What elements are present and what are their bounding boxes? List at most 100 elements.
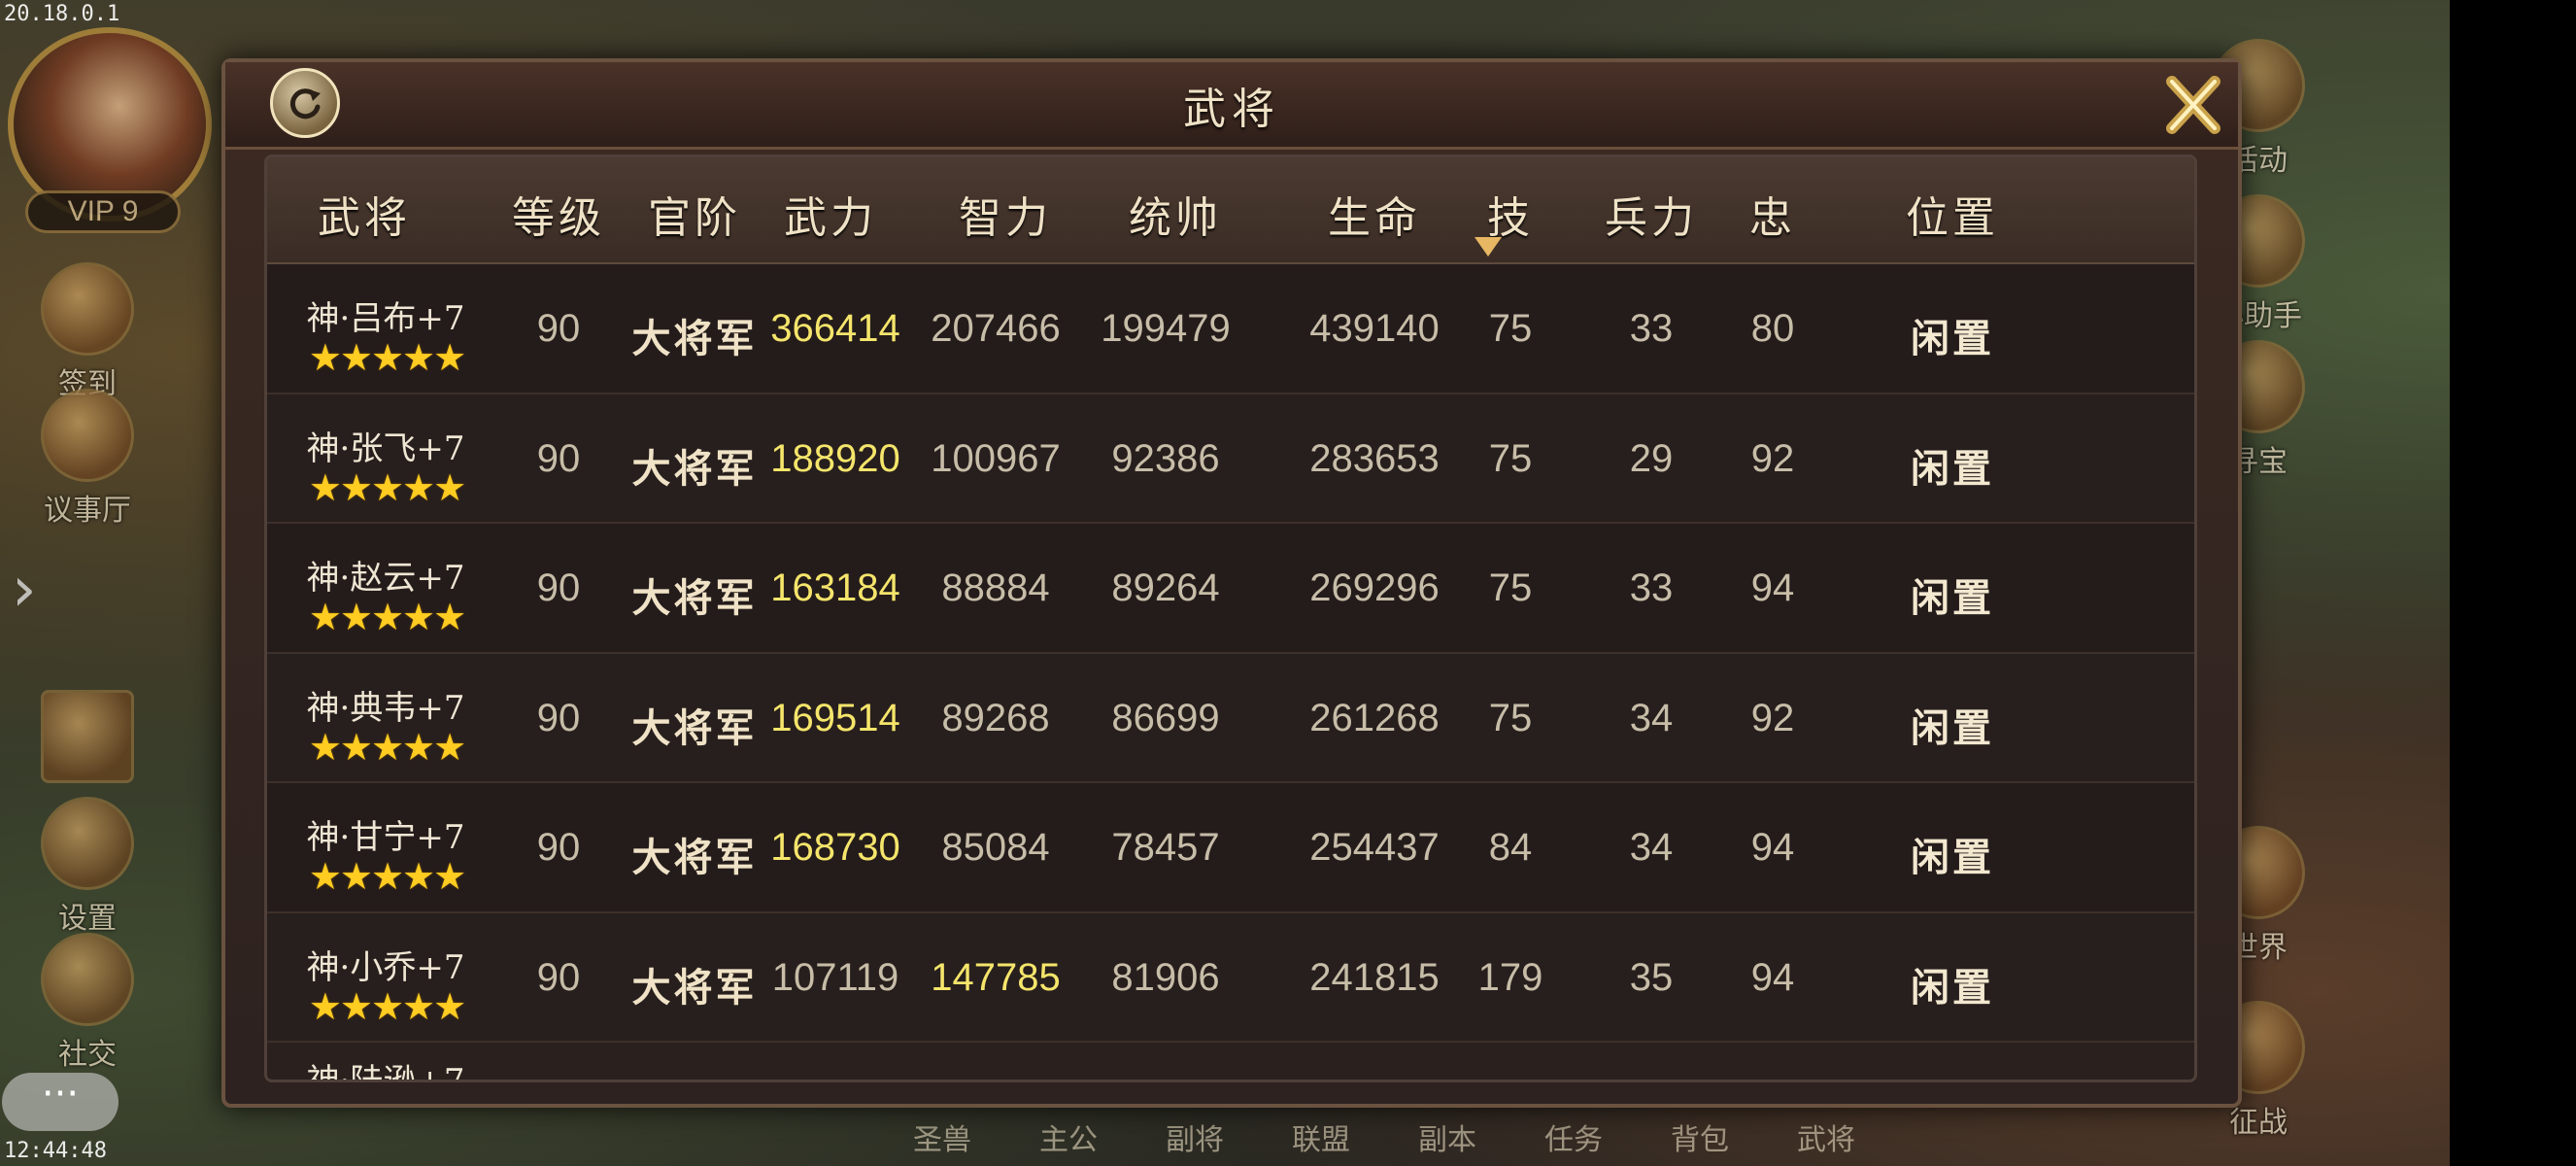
cell-position[interactable]: 闲置 [1865,437,2040,494]
table-row[interactable]: 神·吕布+7 ★★★★★ 90 大将军 366414 207466 199479 439140… [267,264,2194,394]
nav-quest[interactable]: 任务 [1544,1115,1603,1158]
cell-life: 439140 [1309,307,1440,350]
cell-force: 163184 [770,566,900,609]
cell-command: 78457 [1111,826,1220,869]
cell-level: 90 [536,955,581,999]
cell-force: 169514 [770,696,900,739]
table-row[interactable]: 神·张飞+7 ★★★★★ 90 大将军 188920 100967 92386 283653 7… [267,394,2194,524]
general-name: 神·典韦+7 [306,688,465,728]
cell-position[interactable]: 闲置 [1865,307,2040,363]
chat-bubble-icon[interactable]: ··· [2,1073,119,1131]
game-screen: 20.18.0.1 VIP 9 签到 议事厅 › 设置 社交 ··· 12:44… [0,0,2576,1166]
star-rating-icon: ★★★★★ [308,336,466,379]
hud-label: 议事厅 [44,494,131,528]
cell-loyalty: 94 [1750,566,1795,609]
cell-troops: 34 [1629,826,1674,869]
cell-intellect: 207466 [931,307,1061,350]
col-header-skill[interactable]: 技 [1472,183,1549,245]
nav-lord[interactable]: 主公 [1039,1115,1098,1158]
table-row-partial[interactable]: 神·陆逊+7 [267,1043,2194,1081]
hud-mail[interactable] [29,690,146,787]
cell-position[interactable]: 闲置 [1865,956,2040,1012]
clock-label: 12:44:48 [4,1139,107,1163]
cell-rank: 大将军 [631,445,758,492]
cell-skill: 75 [1488,566,1533,609]
cell-intellect: 89268 [941,696,1050,739]
council-hall-icon [41,389,134,482]
cell-troops: 33 [1629,566,1674,609]
star-rating-icon: ★★★★★ [308,725,466,769]
cell-command: 199479 [1101,307,1231,350]
vip-badge[interactable]: VIP 9 [25,190,181,233]
cell-troops: 29 [1629,436,1674,480]
cell-life: 254437 [1309,826,1440,869]
general-name: 神·甘宁+7 [306,818,465,857]
cell-skill: 84 [1488,826,1533,869]
col-header-general[interactable]: 武将 [267,183,461,245]
cell-loyalty: 92 [1750,696,1795,739]
cell-troops: 35 [1629,955,1674,999]
cell-command: 81906 [1111,955,1220,999]
table-header: 武将 等级 官阶 武力 智力 统帅 生命 技 兵力 忠 位置 [267,157,2194,264]
nav-sacred-beast[interactable]: 圣兽 [913,1115,971,1158]
star-rating-icon: ★★★★★ [308,596,466,638]
cell-command: 86699 [1111,696,1220,739]
nav-alliance[interactable]: 联盟 [1292,1115,1350,1158]
cell-level: 90 [536,436,581,480]
social-icon [41,933,134,1026]
table-body: 神·吕布+7 ★★★★★ 90 大将军 366414 207466 199479 439140… [267,264,2194,1080]
general-name: 神·陆逊+7 [306,1062,465,1081]
cell-life: 269296 [1309,566,1440,609]
col-header-intellect[interactable]: 智力 [928,183,1083,245]
table-row[interactable]: 神·甘宁+7 ★★★★★ 90 大将军 168730 85084 78457 254437 84… [267,783,2194,913]
expand-left-menu-chevron-icon[interactable]: › [12,554,37,626]
col-header-position[interactable]: 位置 [1865,183,2040,245]
nav-backpack[interactable]: 背包 [1671,1115,1729,1158]
settings-gear-icon [41,797,134,890]
col-header-force[interactable]: 武力 [753,183,908,245]
cell-rank: 大将军 [631,964,758,1011]
cell-position[interactable]: 闲置 [1865,566,2040,623]
table-row[interactable]: 神·赵云+7 ★★★★★ 90 大将军 163184 88884 89264 269296 75… [267,524,2194,654]
cell-position[interactable]: 闲置 [1865,826,2040,882]
hud-sign-in[interactable]: 签到 [29,262,146,402]
dialog-header: 武将 [225,62,2238,150]
cell-skill: 75 [1488,436,1533,480]
cell-skill: 75 [1488,307,1533,350]
col-header-command[interactable]: 统帅 [1098,183,1253,245]
cell-position[interactable]: 闲置 [1865,697,2040,753]
cell-loyalty: 80 [1750,307,1795,350]
bottom-nav: 圣兽 主公 副将 联盟 副本 任务 背包 武将 [874,1108,2448,1166]
cell-intellect: 147785 [931,955,1061,999]
cell-rank: 大将军 [631,704,758,751]
cell-life: 241815 [1309,955,1440,999]
hud-settings[interactable]: 设置 [29,797,146,937]
cell-life: 283653 [1309,436,1440,480]
cell-level: 90 [536,566,581,609]
cell-troops: 34 [1629,696,1674,739]
col-header-rank[interactable]: 官阶 [617,183,772,245]
cell-loyalty: 92 [1750,436,1795,480]
col-header-life[interactable]: 生命 [1297,183,1452,245]
cell-intellect: 88884 [941,566,1050,609]
table-row[interactable]: 神·小乔+7 ★★★★★ 90 大将军 107119 147785 81906 241815 1… [267,912,2194,1043]
hud-council-hall[interactable]: 议事厅 [19,389,155,529]
close-button[interactable] [2158,70,2228,140]
col-header-level[interactable]: 等级 [500,183,617,245]
col-header-troops[interactable]: 兵力 [1574,183,1729,245]
generals-table: 武将 等级 官阶 武力 智力 统帅 生命 技 兵力 忠 位置 神·吕布+7 ★★★… [264,154,2197,1082]
table-row[interactable]: 神·典韦+7 ★★★★★ 90 大将军 169514 89268 86699 261268 75… [267,653,2194,783]
cell-level: 90 [536,826,581,869]
nav-deputy[interactable]: 副将 [1166,1115,1224,1158]
sort-descending-icon [1474,237,1502,257]
cell-skill: 75 [1488,696,1533,739]
nav-generals[interactable]: 武将 [1797,1115,1855,1158]
cell-command: 89264 [1111,566,1220,609]
version-label: 20.18.0.1 [4,2,120,26]
cell-loyalty: 94 [1750,826,1795,869]
nav-dungeon[interactable]: 副本 [1418,1115,1476,1158]
col-header-loyalty[interactable]: 忠 [1724,183,1821,245]
star-rating-icon: ★★★★★ [308,984,466,1028]
hud-social[interactable]: 社交 [29,933,146,1073]
general-name: 神·吕布+7 [306,299,465,338]
